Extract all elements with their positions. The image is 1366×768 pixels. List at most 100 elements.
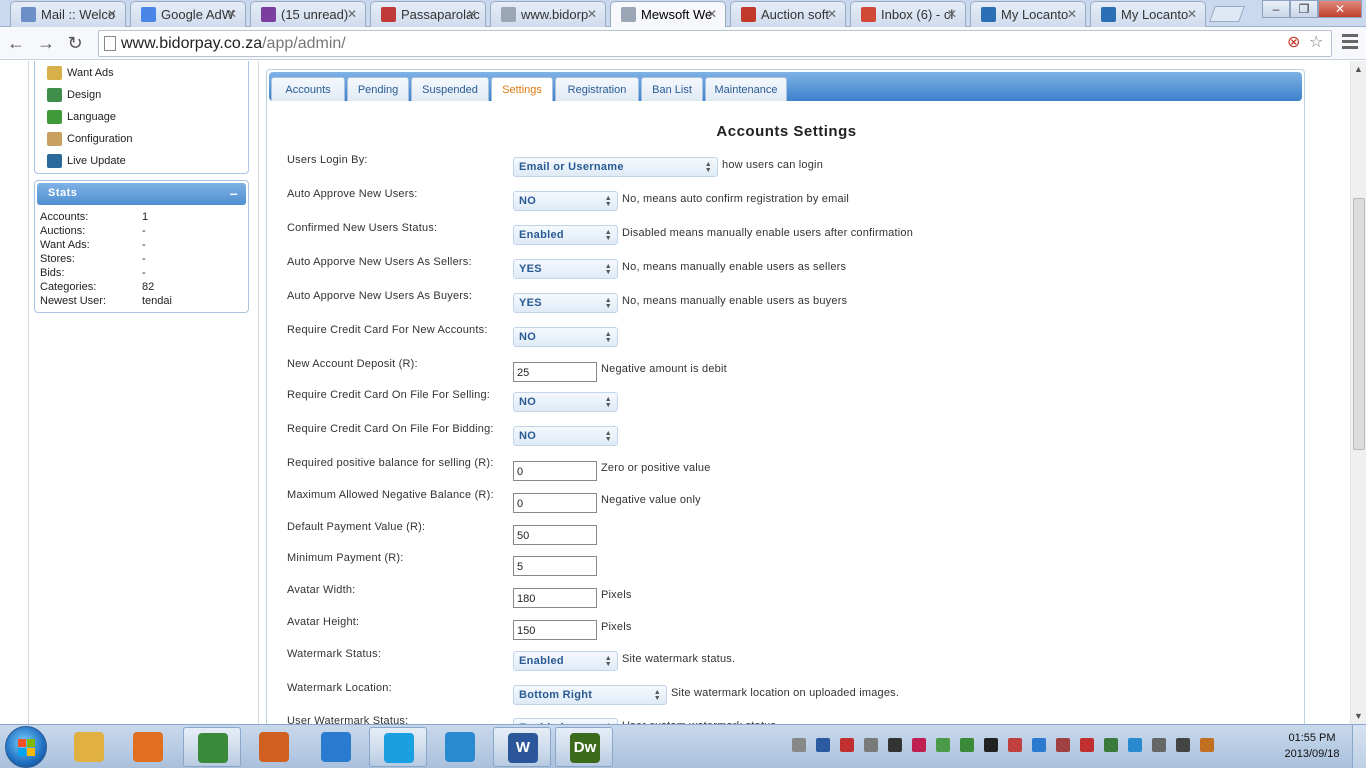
app-tray-icon[interactable]	[1080, 738, 1094, 752]
taskbar-app-button[interactable]	[431, 727, 489, 767]
volume-icon[interactable]	[864, 738, 878, 752]
address-bar[interactable]: www.bidorpay.co.za/app/admin/	[98, 30, 1332, 57]
sidebar-item-live-update[interactable]: Live Update	[45, 153, 248, 175]
field-input[interactable]: 25	[513, 362, 597, 382]
app-tray-icon[interactable]	[1152, 738, 1166, 752]
taskbar-app-button[interactable]	[245, 727, 303, 767]
bookmark-star-icon[interactable]: ☆	[1309, 32, 1323, 52]
app-tray-icon[interactable]	[1056, 738, 1070, 752]
browser-tab[interactable]: Inbox (6) - cl ✕	[850, 1, 966, 27]
taskbar-app-button[interactable]: Dw	[555, 727, 613, 767]
close-tab-icon[interactable]: ✕	[1067, 7, 1077, 21]
app-tray-icon[interactable]	[1200, 738, 1214, 752]
app-tray-icon[interactable]	[984, 738, 998, 752]
field-input[interactable]: 180	[513, 588, 597, 608]
chrome-menu-icon[interactable]	[1342, 34, 1358, 52]
blocked-popup-icon[interactable]: ⊗	[1287, 32, 1300, 52]
close-tab-icon[interactable]: ✕	[107, 7, 117, 21]
page-scrollbar[interactable]: ▲ ▼	[1350, 61, 1366, 724]
browser-tab[interactable]: Passaparolac ✕	[370, 1, 486, 27]
keyboard-icon[interactable]	[792, 738, 806, 752]
stats-label: Stores:	[40, 253, 75, 265]
app-tray-icon[interactable]	[1128, 738, 1142, 752]
close-tab-icon[interactable]: ✕	[827, 7, 837, 21]
taskbar-app-button[interactable]	[60, 727, 118, 767]
scroll-down-icon[interactable]: ▼	[1354, 711, 1363, 721]
close-window-button[interactable]: ✕	[1318, 0, 1362, 18]
new-tab-button[interactable]	[1209, 6, 1245, 22]
close-tab-icon[interactable]: ✕	[227, 7, 237, 21]
tab-registration[interactable]: Registration	[555, 77, 639, 101]
taskbar-app-button[interactable]	[119, 727, 177, 767]
tab-suspended[interactable]: Suspended	[411, 77, 489, 101]
close-tab-icon[interactable]: ✕	[587, 7, 597, 21]
field-select[interactable]: NO ▲ ▼	[513, 327, 618, 347]
system-clock[interactable]: 01:55 PM 2013/09/18	[1278, 730, 1346, 762]
field-select[interactable]: YES ▲ ▼	[513, 259, 618, 279]
field-input[interactable]: 0	[513, 493, 597, 513]
tab-accounts[interactable]: Accounts	[271, 77, 345, 101]
signal-icon[interactable]	[1176, 738, 1190, 752]
close-tab-icon[interactable]: ✕	[467, 7, 477, 21]
field-input[interactable]: 0	[513, 461, 597, 481]
close-tab-icon[interactable]: ✕	[707, 7, 717, 21]
minimize-window-button[interactable]: –	[1262, 0, 1290, 18]
field-input[interactable]: 150	[513, 620, 597, 640]
browser-tab[interactable]: My Locanto ✕	[1090, 1, 1206, 27]
maximize-window-button[interactable]: ❐	[1290, 0, 1318, 18]
tab-pending[interactable]: Pending	[347, 77, 409, 101]
field-select[interactable]: NO ▲ ▼	[513, 426, 618, 446]
taskbar-app-button[interactable]	[369, 727, 427, 767]
field-input[interactable]: 5	[513, 556, 597, 576]
collapse-icon[interactable]: –	[230, 185, 238, 201]
taskbar-app-button[interactable]	[307, 727, 365, 767]
field-select[interactable]: Bottom Right ▲ ▼	[513, 685, 667, 705]
field-select[interactable]: Email or Username ▲ ▼	[513, 157, 718, 177]
show-desktop-button[interactable]	[1352, 725, 1366, 768]
sidebar-item-configuration[interactable]: Configuration	[45, 131, 248, 153]
field-select[interactable]: Enabled ▲▼	[513, 651, 618, 671]
start-button[interactable]	[5, 726, 47, 768]
network-alert-icon[interactable]	[816, 738, 830, 752]
notification-icon[interactable]	[840, 738, 854, 752]
browser-tab[interactable]: Auction soft ✕	[730, 1, 846, 27]
field-select[interactable]: NO ▲ ▼	[513, 191, 618, 211]
select-caret-icon: ▲▼	[653, 689, 661, 702]
close-tab-icon[interactable]: ✕	[947, 7, 957, 21]
sidebar-item-design[interactable]: Design	[45, 87, 248, 109]
field-select[interactable]: Enabled ▲▼	[513, 225, 618, 245]
sidebar-item-label: Language	[67, 111, 116, 123]
browser-tab[interactable]: www.bidorp ✕	[490, 1, 606, 27]
app-tray-icon[interactable]	[888, 738, 902, 752]
reload-icon[interactable]: ↻	[63, 32, 87, 54]
close-tab-icon[interactable]: ✕	[1187, 7, 1197, 21]
close-tab-icon[interactable]: ✕	[347, 7, 357, 21]
scrollbar-thumb[interactable]	[1353, 198, 1365, 450]
taskbar-app-button[interactable]	[183, 727, 241, 767]
browser-tab[interactable]: Mail :: Welco ✕	[10, 1, 126, 27]
stats-header[interactable]: Stats –	[37, 183, 246, 205]
app-tray-icon[interactable]	[912, 738, 926, 752]
tab-settings[interactable]: Settings	[491, 77, 553, 101]
browser-tab[interactable]: My Locanto ✕	[970, 1, 1086, 27]
field-select[interactable]: YES ▲ ▼	[513, 293, 618, 313]
scroll-up-icon[interactable]: ▲	[1354, 64, 1363, 74]
sidebar-item-want-ads[interactable]: Want Ads	[45, 65, 248, 87]
app-tray-icon[interactable]	[1008, 738, 1022, 752]
field-select[interactable]: NO ▲ ▼	[513, 392, 618, 412]
browser-tab[interactable]: (15 unread) ✕	[250, 1, 366, 27]
app-tray-icon[interactable]	[1104, 738, 1118, 752]
select-caret-icon: ▲▼	[704, 161, 712, 174]
forward-icon[interactable]: →	[34, 32, 58, 54]
sidebar-item-language[interactable]: Language	[45, 109, 248, 131]
back-icon[interactable]: ←	[4, 32, 28, 54]
field-input[interactable]: 50	[513, 525, 597, 545]
tab-maintenance[interactable]: Maintenance	[705, 77, 787, 101]
app-tray-icon[interactable]	[1032, 738, 1046, 752]
app-tray-icon[interactable]	[960, 738, 974, 752]
taskbar-app-button[interactable]: W	[493, 727, 551, 767]
browser-tab[interactable]: Mewsoft We ✕	[610, 1, 726, 28]
tab-ban-list[interactable]: Ban List	[641, 77, 703, 101]
browser-tab[interactable]: Google AdW ✕	[130, 1, 246, 27]
app-tray-icon[interactable]	[936, 738, 950, 752]
